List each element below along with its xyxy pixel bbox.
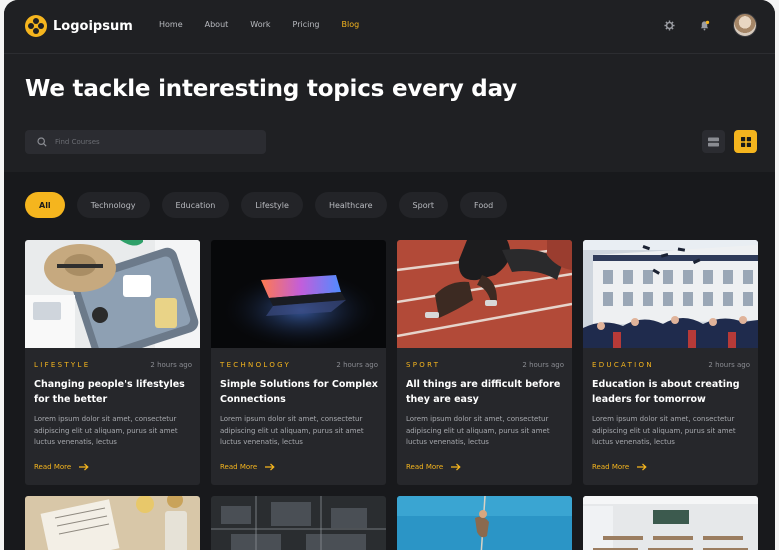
arrow-right-icon bbox=[79, 463, 89, 471]
category-chip-all[interactable]: All bbox=[25, 192, 65, 218]
card-category: EDUCATION bbox=[592, 361, 654, 369]
brand-name: Logoipsum bbox=[53, 18, 133, 34]
grid-view-button[interactable] bbox=[734, 130, 757, 153]
card-timestamp: 2 hours ago bbox=[708, 361, 750, 369]
card-category: SPORT bbox=[406, 361, 441, 369]
card-title[interactable]: All things are difficult before they are… bbox=[406, 377, 566, 407]
card-image-climber bbox=[397, 496, 572, 550]
card-description: Lorem ipsum dolor sit amet, consectetur … bbox=[406, 415, 550, 446]
grid-view-icon bbox=[740, 136, 751, 147]
notification-icon[interactable] bbox=[698, 19, 710, 31]
search-bar[interactable] bbox=[25, 130, 266, 154]
read-more-label: Read More bbox=[592, 463, 630, 471]
card-image-laptop bbox=[211, 240, 386, 348]
nav-pricing[interactable]: Pricing bbox=[293, 20, 320, 29]
list-view-icon bbox=[708, 137, 719, 146]
card-category: TECHNOLOGY bbox=[220, 361, 292, 369]
card-category: LIFESTYLE bbox=[34, 361, 91, 369]
read-more-label: Read More bbox=[34, 463, 72, 471]
article-card[interactable]: LIFESTYLE 2 hours ago Changing people's … bbox=[25, 240, 200, 485]
category-chip-food[interactable]: Food bbox=[460, 192, 508, 218]
nav-home[interactable]: Home bbox=[159, 20, 183, 29]
user-avatar[interactable] bbox=[733, 13, 757, 37]
card-title[interactable]: Changing people's lifestyles for the bet… bbox=[34, 377, 194, 407]
logo-icon bbox=[25, 15, 47, 37]
card-timestamp: 2 hours ago bbox=[522, 361, 564, 369]
card-image-graduation bbox=[583, 240, 758, 348]
read-more-label: Read More bbox=[406, 463, 444, 471]
read-more-link[interactable]: Read More bbox=[220, 463, 275, 471]
category-chip-healthcare[interactable]: Healthcare bbox=[314, 192, 387, 218]
article-card-partial[interactable] bbox=[583, 496, 758, 550]
nav-about[interactable]: About bbox=[205, 20, 229, 29]
article-card-partial[interactable] bbox=[25, 496, 200, 550]
card-image-classroom bbox=[583, 496, 758, 550]
article-card[interactable]: TECHNOLOGY 2 hours ago Simple Solutions … bbox=[211, 240, 386, 485]
search-input[interactable] bbox=[55, 138, 245, 146]
card-timestamp: 2 hours ago bbox=[336, 361, 378, 369]
article-card[interactable]: SPORT 2 hours ago All things are difficu… bbox=[397, 240, 572, 485]
app-frame: Logoipsum Home About Work Pricing Blog W… bbox=[4, 0, 775, 550]
card-title[interactable]: Simple Solutions for Complex Connections bbox=[220, 377, 380, 407]
card-image-notes bbox=[25, 496, 200, 550]
card-meta: TECHNOLOGY 2 hours ago bbox=[220, 361, 378, 369]
card-description: Lorem ipsum dolor sit amet, consectetur … bbox=[220, 415, 364, 446]
arrow-right-icon bbox=[265, 463, 275, 471]
page-title: We tackle interesting topics every day bbox=[25, 76, 517, 102]
list-view-button[interactable] bbox=[702, 130, 725, 153]
nav-blog[interactable]: Blog bbox=[342, 20, 360, 29]
content-section: All Technology Education Lifestyle Healt… bbox=[4, 172, 775, 550]
brand-logo[interactable]: Logoipsum bbox=[25, 15, 133, 37]
header-actions bbox=[663, 13, 757, 37]
card-title[interactable]: Education is about creating leaders for … bbox=[592, 377, 752, 407]
main-nav: Home About Work Pricing Blog bbox=[159, 20, 381, 29]
category-chip-lifestyle[interactable]: Lifestyle bbox=[241, 192, 303, 218]
card-timestamp: 2 hours ago bbox=[150, 361, 192, 369]
card-image-circuit bbox=[211, 496, 386, 550]
card-description: Lorem ipsum dolor sit amet, consectetur … bbox=[592, 415, 736, 446]
read-more-label: Read More bbox=[220, 463, 258, 471]
settings-icon[interactable] bbox=[663, 19, 675, 31]
article-card-partial[interactable] bbox=[397, 496, 572, 550]
card-image-runner bbox=[397, 240, 572, 348]
read-more-link[interactable]: Read More bbox=[406, 463, 461, 471]
category-filter: All Technology Education Lifestyle Healt… bbox=[25, 192, 519, 218]
arrow-right-icon bbox=[451, 463, 461, 471]
card-meta: LIFESTYLE 2 hours ago bbox=[34, 361, 192, 369]
top-header: Logoipsum Home About Work Pricing Blog bbox=[4, 0, 775, 54]
category-chip-sport[interactable]: Sport bbox=[398, 192, 449, 218]
read-more-link[interactable]: Read More bbox=[592, 463, 647, 471]
card-meta: EDUCATION 2 hours ago bbox=[592, 361, 750, 369]
card-description: Lorem ipsum dolor sit amet, consectetur … bbox=[34, 415, 178, 446]
read-more-link[interactable]: Read More bbox=[34, 463, 89, 471]
category-chip-technology[interactable]: Technology bbox=[76, 192, 150, 218]
card-image-luggage bbox=[25, 240, 200, 348]
article-card[interactable]: EDUCATION 2 hours ago Education is about… bbox=[583, 240, 758, 485]
nav-work[interactable]: Work bbox=[250, 20, 270, 29]
view-toggle bbox=[693, 130, 757, 153]
article-card-partial[interactable] bbox=[211, 496, 386, 550]
search-icon bbox=[37, 137, 47, 147]
arrow-right-icon bbox=[637, 463, 647, 471]
category-chip-education[interactable]: Education bbox=[161, 192, 230, 218]
card-meta: SPORT 2 hours ago bbox=[406, 361, 564, 369]
